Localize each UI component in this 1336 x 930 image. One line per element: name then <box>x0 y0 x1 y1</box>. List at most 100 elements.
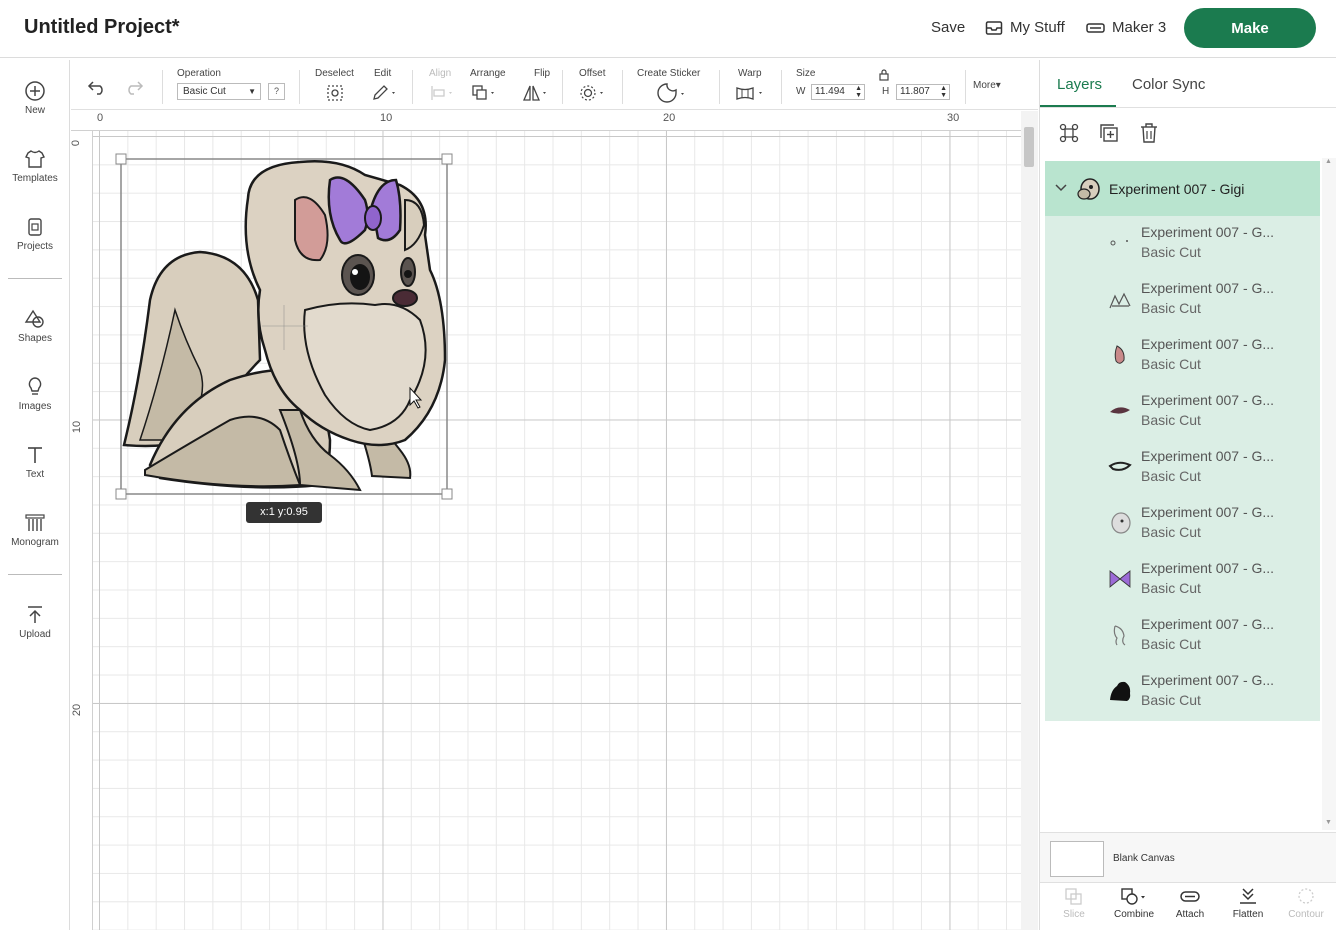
edit-toolbar: Operation Basic Cut ▼ ? Deselect Edit Al… <box>71 60 1038 110</box>
sidebar-item-monogram[interactable]: Monogram <box>0 512 70 548</box>
monogram-icon <box>25 514 45 531</box>
toolbar-divider <box>562 70 563 104</box>
layer-operation: Basic Cut <box>1141 524 1201 540</box>
group-icon[interactable] <box>1058 122 1080 144</box>
my-stuff-button[interactable]: My Stuff <box>985 19 1065 36</box>
create-sticker-label: Create Sticker <box>637 68 701 79</box>
machine-icon <box>1086 22 1105 33</box>
toolbar-divider <box>299 70 300 104</box>
toolbar-divider <box>719 70 720 104</box>
tab-color-sync[interactable]: Color Sync <box>1132 76 1205 93</box>
offset-label: Offset <box>579 68 606 79</box>
sidebar-item-new[interactable]: New <box>0 80 70 116</box>
layer-row[interactable]: Experiment 007 - G... Basic Cut <box>1045 328 1320 384</box>
trash-icon[interactable] <box>1138 122 1160 144</box>
sidebar-item-upload[interactable]: Upload <box>0 604 70 640</box>
sidebar-label-new: New <box>24 105 45 116</box>
redo-icon[interactable] <box>124 78 144 96</box>
layer-row[interactable]: Experiment 007 - G... Basic Cut <box>1045 664 1320 720</box>
layer-thumbnail-icon <box>1110 407 1130 414</box>
more-button[interactable]: More▾ <box>973 80 1001 91</box>
undo-icon[interactable] <box>87 78 107 96</box>
contour-button[interactable]: Contour <box>1278 887 1334 920</box>
width-input[interactable]: 11.494 ▲ ▼ <box>811 84 865 100</box>
layer-row[interactable]: Experiment 007 - G... Basic Cut <box>1045 384 1320 440</box>
layer-actions-bar: Slice Combine Attach Flatten Contour <box>1040 882 1336 930</box>
canvas-scrollbar[interactable] <box>1021 111 1038 930</box>
layer-thumbnail-icon <box>1109 292 1131 309</box>
layer-thumbnail-icon <box>1113 625 1126 646</box>
machine-label: Maker 3 <box>1112 19 1167 36</box>
slice-button[interactable]: Slice <box>1046 887 1102 920</box>
align-label: Align <box>429 68 452 79</box>
deselect-icon[interactable] <box>326 84 344 102</box>
panel-scrollbar[interactable]: ▲ ▼ <box>1322 158 1336 830</box>
combine-icon <box>1121 888 1145 905</box>
panel-divider <box>1040 107 1336 108</box>
plus-circle-icon <box>25 81 45 101</box>
layer-name: Experiment 007 - G... <box>1141 336 1275 352</box>
layer-thumbnail-icon <box>1110 681 1131 701</box>
layer-row[interactable]: Experiment 007 - G... Basic Cut <box>1045 552 1320 608</box>
layer-thumbnail-icon <box>1114 345 1125 364</box>
operation-help-button[interactable]: ? <box>268 83 285 100</box>
warp-label: Warp <box>738 68 762 79</box>
toolbar-divider <box>412 70 413 104</box>
layer-operation: Basic Cut <box>1141 580 1201 596</box>
duplicate-icon[interactable] <box>1098 122 1120 144</box>
sidebar-label-monogram: Monogram <box>11 537 59 548</box>
sidebar-item-projects[interactable]: Projects <box>0 216 70 252</box>
layer-operation: Basic Cut <box>1141 412 1201 428</box>
arrange-icon[interactable] <box>471 84 501 102</box>
attach-button[interactable]: Attach <box>1162 887 1218 920</box>
layer-name: Experiment 007 - G... <box>1141 616 1275 632</box>
sidebar-item-images[interactable]: Images <box>0 376 70 412</box>
chevron-down-icon[interactable] <box>1055 180 1067 198</box>
save-button[interactable]: Save <box>931 19 965 36</box>
tab-layers[interactable]: Layers <box>1057 76 1102 93</box>
sidebar-item-text[interactable]: Text <box>0 444 70 480</box>
app-header: Untitled Project* Save My Stuff Maker 3 … <box>0 0 1336 58</box>
layer-row[interactable]: Experiment 007 - G... Basic Cut <box>1045 272 1320 328</box>
operation-select[interactable]: Basic Cut ▼ <box>177 83 261 100</box>
layer-row[interactable]: Experiment 007 - G... Basic Cut <box>1045 216 1320 272</box>
layer-operation: Basic Cut <box>1141 244 1201 260</box>
flip-icon[interactable] <box>522 84 552 102</box>
combine-button[interactable]: Combine <box>1106 887 1162 920</box>
lock-icon[interactable] <box>879 69 889 81</box>
machine-button[interactable]: Maker 3 <box>1086 19 1166 36</box>
pencil-icon[interactable] <box>371 84 399 102</box>
layer-thumbnail-icon <box>1108 461 1132 471</box>
coordinate-tooltip: x:1 y:0.95 <box>246 502 322 523</box>
project-title[interactable]: Untitled Project* <box>24 16 180 39</box>
offset-icon[interactable] <box>579 84 609 102</box>
design-canvas[interactable]: 0 10 20 30 0 10 20 <box>71 111 1021 930</box>
layer-row[interactable]: Experiment 007 - G... Basic Cut <box>1045 496 1320 552</box>
layer-group[interactable]: Experiment 007 - Gigi Experiment 007 - G… <box>1045 161 1320 721</box>
dog-artwork[interactable] <box>71 111 1021 930</box>
layer-name: Experiment 007 - G... <box>1141 448 1275 464</box>
sidebar-item-templates[interactable]: Templates <box>0 148 70 184</box>
operation-label: Operation <box>177 68 221 79</box>
sidebar-item-shapes[interactable]: Shapes <box>0 308 70 344</box>
warp-icon[interactable] <box>735 84 767 102</box>
blank-canvas-swatch[interactable] <box>1050 841 1104 877</box>
blank-canvas-row[interactable]: Blank Canvas <box>1040 832 1336 882</box>
flatten-button[interactable]: Flatten <box>1220 887 1276 920</box>
make-button[interactable]: Make <box>1184 8 1316 48</box>
group-title: Experiment 007 - Gigi <box>1109 181 1245 197</box>
sticker-icon[interactable] <box>655 82 689 104</box>
arrange-label: Arrange <box>470 68 506 79</box>
width-value: 11.494 <box>815 86 845 97</box>
width-label: W <box>796 86 806 97</box>
layer-group-header[interactable]: Experiment 007 - Gigi <box>1045 161 1320 216</box>
height-input[interactable]: 11.807 ▲ ▼ <box>896 84 950 100</box>
sidebar-divider <box>8 574 62 575</box>
contour-icon <box>1298 888 1314 904</box>
scroll-down-icon[interactable]: ▼ <box>1325 819 1332 826</box>
layer-row[interactable]: Experiment 007 - G... Basic Cut <box>1045 440 1320 496</box>
scroll-up-icon[interactable]: ▲ <box>1325 158 1332 165</box>
layer-row[interactable]: Experiment 007 - G... Basic Cut <box>1045 608 1320 664</box>
inbox-icon <box>985 20 1003 35</box>
canvas-scrollbar-thumb[interactable] <box>1024 127 1034 167</box>
